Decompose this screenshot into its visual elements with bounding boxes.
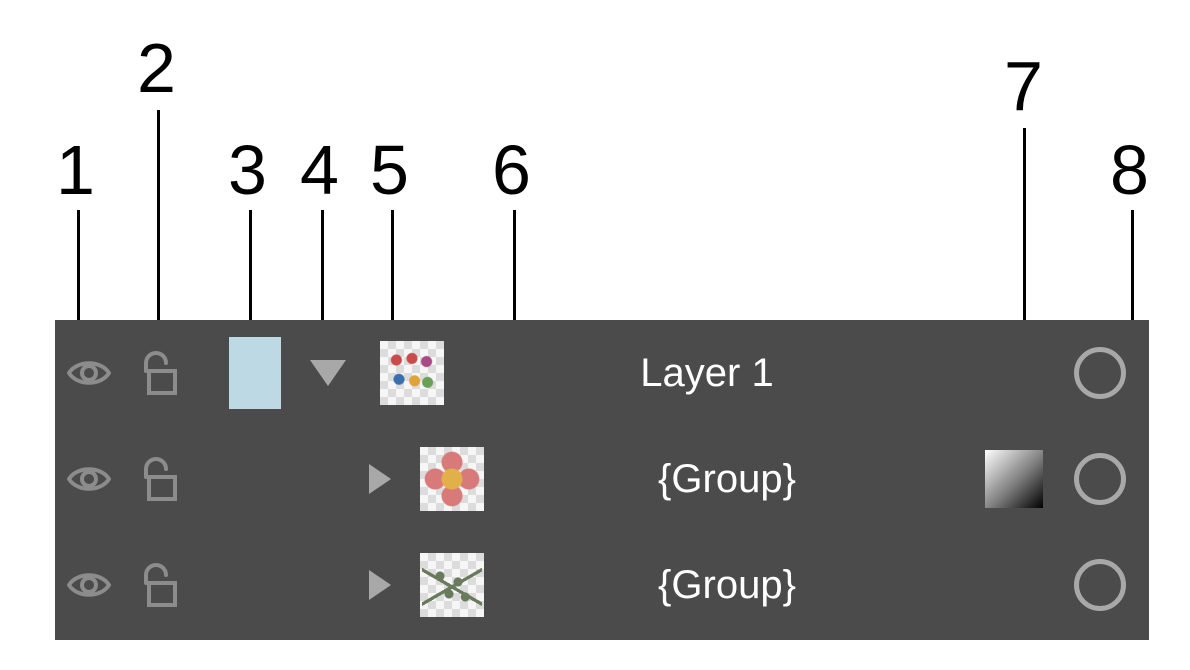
lock-toggle[interactable]	[123, 426, 193, 532]
eye-icon	[67, 570, 111, 600]
layer-color-swatch[interactable]	[225, 320, 285, 426]
disclosure-toggle[interactable]	[345, 426, 415, 532]
unlock-icon	[137, 561, 179, 609]
layer-thumbnail[interactable]	[415, 426, 489, 532]
disclosure-toggle[interactable]	[345, 532, 415, 638]
layers-panel: Layer 1	[55, 320, 1149, 640]
lock-toggle[interactable]	[123, 532, 193, 638]
callout-4-label: 4	[300, 130, 338, 210]
gradient-swatch-icon	[985, 450, 1043, 508]
thumbnail-icon	[420, 553, 484, 617]
eye-icon	[67, 464, 111, 494]
layer-thumbnail[interactable]	[415, 532, 489, 638]
callout-8-label: 8	[1110, 130, 1148, 210]
callout-5-label: 5	[370, 130, 408, 210]
layer-name-label: Layer 1	[640, 320, 773, 426]
chevron-down-icon	[310, 360, 346, 386]
callout-5-line	[391, 210, 394, 330]
target-button[interactable]	[1065, 320, 1135, 426]
visibility-toggle[interactable]	[55, 532, 123, 638]
callout-7-label: 7	[1004, 46, 1042, 126]
target-button[interactable]	[1065, 532, 1135, 638]
disclosure-toggle[interactable]	[293, 320, 363, 426]
chevron-right-icon	[369, 464, 391, 494]
callout-2-line	[157, 110, 160, 340]
chevron-right-icon	[369, 570, 391, 600]
visibility-toggle[interactable]	[55, 320, 123, 426]
circle-icon	[1074, 347, 1126, 399]
unlock-icon	[137, 349, 179, 397]
layer-name-field[interactable]: {Group}	[495, 532, 959, 638]
color-swatch-icon	[229, 337, 281, 409]
callout-1-label: 1	[56, 130, 94, 210]
layer-row[interactable]: {Group}	[55, 426, 1149, 532]
unlock-icon	[137, 455, 179, 503]
eye-icon	[67, 358, 111, 388]
appearance-indicator[interactable]	[979, 426, 1049, 532]
callout-2-label: 2	[137, 28, 175, 108]
layer-thumbnail[interactable]	[375, 320, 449, 426]
layer-name-label: {Group}	[658, 532, 796, 638]
target-button[interactable]	[1065, 426, 1135, 532]
layer-row[interactable]: {Group}	[55, 532, 1149, 638]
callout-3-label: 3	[228, 130, 266, 210]
layer-name-field[interactable]: Layer 1	[455, 320, 959, 426]
callout-6-label: 6	[492, 130, 530, 210]
layer-name-field[interactable]: {Group}	[495, 426, 959, 532]
layer-row[interactable]: Layer 1	[55, 320, 1149, 426]
circle-icon	[1074, 559, 1126, 611]
thumbnail-icon	[420, 447, 484, 511]
visibility-toggle[interactable]	[55, 426, 123, 532]
circle-icon	[1074, 453, 1126, 505]
layer-name-label: {Group}	[658, 426, 796, 532]
thumbnail-icon	[380, 341, 444, 405]
lock-toggle[interactable]	[123, 320, 193, 426]
